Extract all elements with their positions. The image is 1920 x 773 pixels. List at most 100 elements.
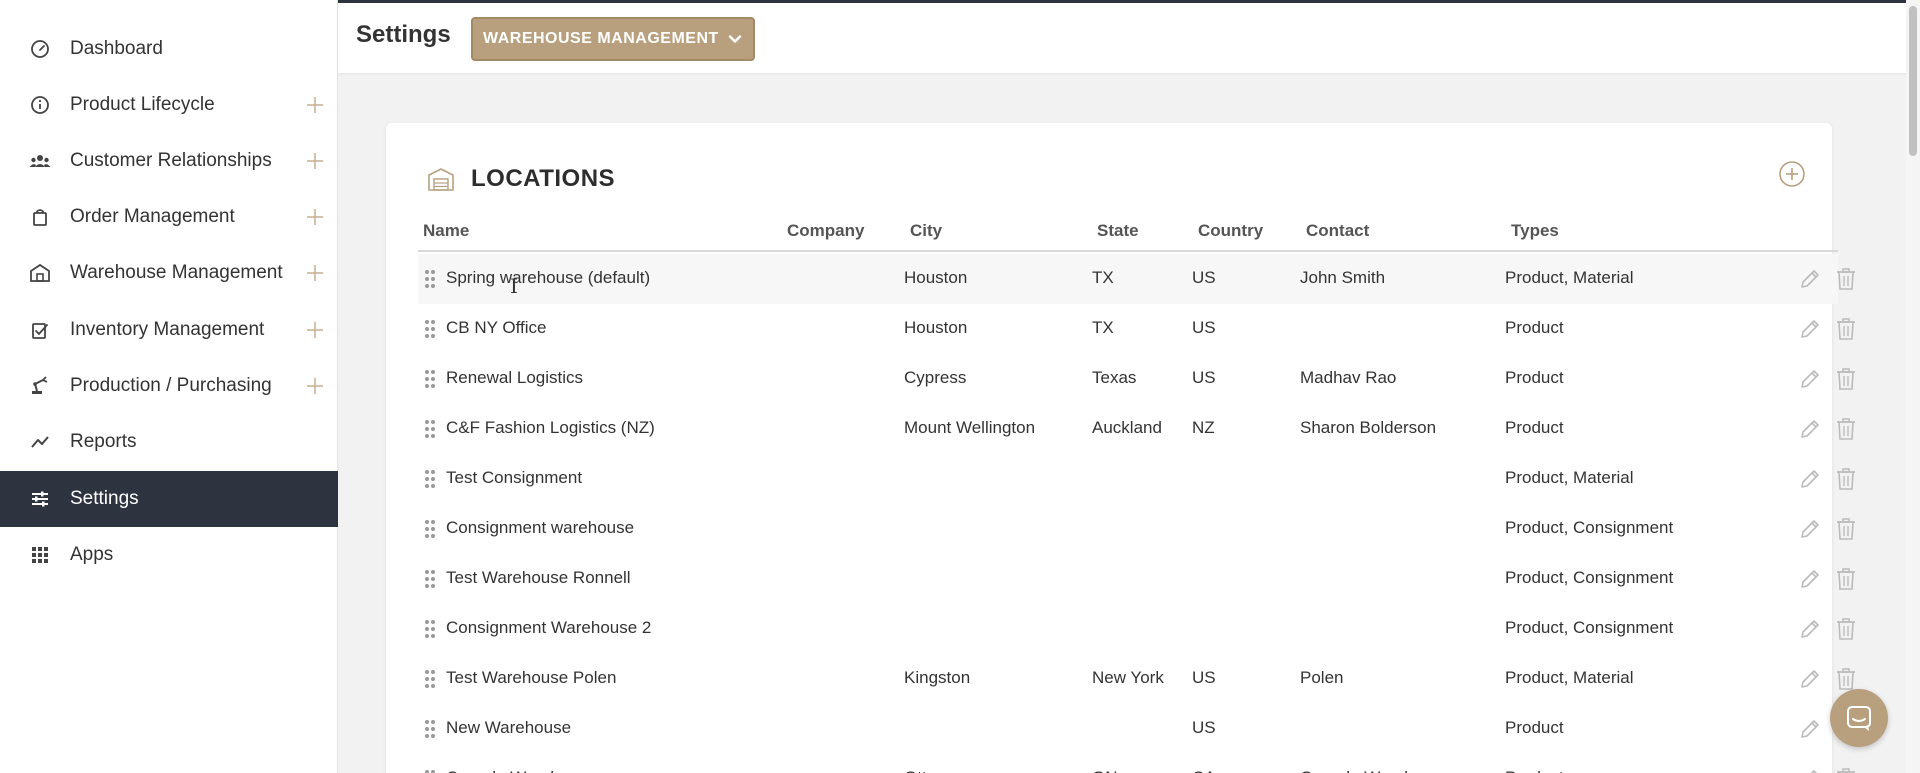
delete-trash-icon[interactable] <box>1835 567 1857 591</box>
edit-pencil-icon[interactable] <box>1798 667 1822 691</box>
table-row[interactable]: Test Warehouse Ronnell Product, Consignme… <box>418 554 1855 604</box>
table-row[interactable]: Consignment warehouse Product, Consignmen… <box>418 504 1855 554</box>
table-row[interactable]: Spring warehouse (default) Houston TX US Joh… <box>418 254 1855 304</box>
scrollbar-thumb[interactable] <box>1909 6 1917 156</box>
column-header-state[interactable]: State <box>1097 221 1139 241</box>
delete-trash-icon[interactable] <box>1835 267 1857 291</box>
table-row[interactable]: Renewal Logistics Cypress Texas US Madhav Ra… <box>418 354 1855 404</box>
expand-plus-icon[interactable] <box>304 150 326 172</box>
drag-handle-icon[interactable] <box>424 719 436 739</box>
sidebar-item-dashboard[interactable]: Dashboard <box>0 21 338 77</box>
edit-pencil-icon[interactable] <box>1798 767 1822 773</box>
drag-handle-icon[interactable] <box>424 619 436 639</box>
sidebar-item-order-management[interactable]: Order Management <box>0 189 338 245</box>
text-cursor: I <box>510 274 518 298</box>
sidebar-item-customer-relationships[interactable]: Customer Relationships <box>0 133 338 189</box>
column-header-contact[interactable]: Contact <box>1306 221 1369 241</box>
column-header-name[interactable]: Name <box>423 221 469 241</box>
expand-plus-icon[interactable] <box>304 375 326 397</box>
cell-name: Canada Warehouse <box>446 768 597 773</box>
expand-plus-icon[interactable] <box>304 319 326 341</box>
drag-handle-icon[interactable] <box>424 519 436 539</box>
expand-plus-icon[interactable] <box>304 262 326 284</box>
edit-pencil-icon[interactable] <box>1798 367 1822 391</box>
cell-name: C&F Fashion Logistics (NZ) <box>446 418 655 437</box>
sidebar-item-inventory-management[interactable]: Inventory Management <box>0 302 338 358</box>
edit-pencil-icon[interactable] <box>1798 517 1822 541</box>
delete-trash-icon[interactable] <box>1835 667 1857 691</box>
expand-plus-icon[interactable] <box>304 206 326 228</box>
locations-card: LOCATIONS Name Company City State Countr… <box>386 123 1855 773</box>
edit-pencil-icon[interactable] <box>1798 467 1822 491</box>
cell-types: Product, Consignment <box>1505 618 1674 637</box>
delete-trash-icon[interactable] <box>1835 367 1857 391</box>
cell-types: Product <box>1505 318 1564 337</box>
expand-plus-icon[interactable] <box>304 94 326 116</box>
cell-types: Product <box>1505 718 1564 737</box>
cell-country: US <box>1192 268 1216 287</box>
cell-city: Kingston <box>904 668 971 687</box>
drag-handle-icon[interactable] <box>424 369 436 389</box>
column-header-city[interactable]: City <box>910 221 942 241</box>
sidebar-item-production-purchasing[interactable]: Production / Purchasing <box>0 358 338 414</box>
edit-pencil-icon[interactable] <box>1798 717 1822 741</box>
page-scrollbar[interactable] <box>1906 0 1920 773</box>
cell-types: Product <box>1505 768 1564 773</box>
drag-handle-icon[interactable] <box>424 569 436 589</box>
page-title: Settings <box>356 21 451 48</box>
table-row[interactable]: Test Warehouse Polen Kingston New York US Po… <box>418 654 1855 704</box>
drag-handle-icon[interactable] <box>424 769 436 773</box>
delete-trash-icon[interactable] <box>1835 517 1857 541</box>
edit-pencil-icon[interactable] <box>1798 417 1822 441</box>
sidebar-item-reports[interactable]: Reports <box>0 414 338 470</box>
robot-arm-icon <box>28 374 52 398</box>
table-row[interactable]: CB NY Office Houston TX US Product <box>418 304 1855 354</box>
cell-types: Product, Material <box>1505 668 1634 687</box>
table-row[interactable]: Test Consignment Product, Material <box>418 454 1855 504</box>
grid-icon <box>28 543 52 567</box>
info-icon <box>28 93 52 117</box>
sidebar-item-label: Production / Purchasing <box>70 375 272 396</box>
table-row[interactable]: New Warehouse US Product <box>418 704 1855 754</box>
sidebar-item-apps[interactable]: Apps <box>0 527 338 583</box>
drag-handle-icon[interactable] <box>424 269 436 289</box>
drag-handle-icon[interactable] <box>424 319 436 339</box>
sidebar-item-settings[interactable]: Settings <box>0 471 338 527</box>
sidebar-item-warehouse-management[interactable]: Warehouse Management <box>0 245 338 301</box>
cell-contact: John Smith <box>1300 268 1386 287</box>
table-row[interactable]: Canada Warehouse Ottawa ON CA Canada Warehou… <box>418 754 1855 773</box>
table-row[interactable]: C&F Fashion Logistics (NZ) Mount Wellingt… <box>418 404 1855 454</box>
drag-handle-icon[interactable] <box>424 469 436 489</box>
delete-trash-icon[interactable] <box>1835 767 1857 773</box>
cell-city: Ottawa <box>904 768 958 773</box>
cell-name: New Warehouse <box>446 718 572 737</box>
cell-country: NZ <box>1192 418 1215 437</box>
edit-pencil-icon[interactable] <box>1798 317 1822 341</box>
cell-name: Test Consignment <box>446 468 583 487</box>
delete-trash-icon[interactable] <box>1835 417 1857 441</box>
column-header-types[interactable]: Types <box>1511 221 1559 241</box>
delete-trash-icon[interactable] <box>1835 467 1857 491</box>
cell-name: CB NY Office <box>446 318 547 337</box>
module-dropdown-label: WAREHOUSE MANAGEMENT <box>483 30 719 47</box>
edit-pencil-icon[interactable] <box>1798 267 1822 291</box>
edit-pencil-icon[interactable] <box>1798 617 1822 641</box>
sidebar-item-product-lifecycle[interactable]: Product Lifecycle <box>0 77 338 133</box>
sliders-icon <box>28 487 52 511</box>
cell-city: Mount Wellington <box>904 418 1036 437</box>
drag-handle-icon[interactable] <box>424 669 436 689</box>
delete-trash-icon[interactable] <box>1835 317 1857 341</box>
cell-contact: Madhav Rao <box>1300 368 1397 387</box>
trend-line-icon <box>28 430 52 454</box>
table-row[interactable]: Consignment Warehouse 2 Product, Consignm… <box>418 604 1855 654</box>
delete-trash-icon[interactable] <box>1835 617 1857 641</box>
column-header-company[interactable]: Company <box>787 221 864 241</box>
drag-handle-icon[interactable] <box>424 419 436 439</box>
chat-launcher-button[interactable] <box>1830 689 1888 747</box>
cell-country: US <box>1192 318 1216 337</box>
sidebar-item-label: Inventory Management <box>70 319 265 340</box>
edit-pencil-icon[interactable] <box>1798 567 1822 591</box>
column-header-country[interactable]: Country <box>1198 221 1263 241</box>
add-location-icon[interactable] <box>1776 158 1808 190</box>
module-dropdown-button[interactable]: WAREHOUSE MANAGEMENT <box>471 17 755 61</box>
